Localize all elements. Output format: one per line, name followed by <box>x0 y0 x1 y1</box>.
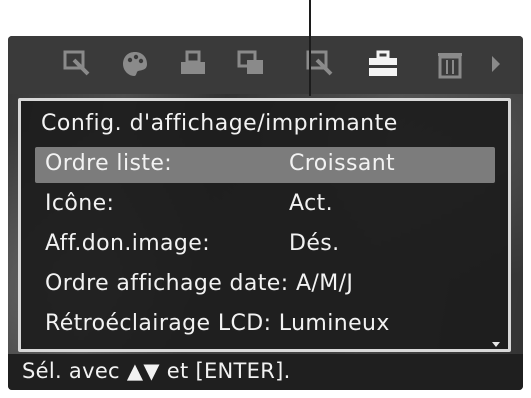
menu-item-value: Croissant <box>289 151 396 176</box>
menu-item-text: Rétroéclairage LCD: Lumineux <box>45 311 390 336</box>
menu-item-lcd-backlight[interactable]: Rétroéclairage LCD: Lumineux <box>35 307 495 343</box>
help-bar: Sél. avec ▲▼ et [ENTER]. <box>8 354 523 390</box>
menu-title: Config. d'affichage/imprimante <box>41 111 398 136</box>
menu-item-list-order[interactable]: Ordre liste: Croissant <box>35 147 495 183</box>
menu-item-text: Ordre affichage date: A/M/J <box>45 271 354 296</box>
trash-icon[interactable] <box>433 46 467 82</box>
arrow-right-icon[interactable] <box>486 46 506 82</box>
menu-item-icon[interactable]: Icône: Act. <box>35 187 495 223</box>
menu-item-label: Ordre liste: <box>45 151 173 176</box>
scroll-down-indicator-icon <box>492 342 500 347</box>
menu-item-date-display-order[interactable]: Ordre affichage date: A/M/J <box>35 267 495 303</box>
help-text: Sél. avec ▲▼ et [ENTER]. <box>22 359 291 383</box>
menu-item-label: Aff.don.image: <box>45 231 211 256</box>
callout-pointer-line <box>309 0 311 96</box>
display-printer-settings-menu: Config. d'affichage/imprimante Ordre lis… <box>18 98 511 352</box>
palette-icon[interactable] <box>118 46 152 82</box>
menu-item-image-data-display[interactable]: Aff.don.image: Dés. <box>35 227 495 263</box>
icon-toolbar <box>8 36 523 94</box>
zoom-select-icon[interactable] <box>60 46 94 82</box>
toolbox-icon[interactable] <box>366 46 400 82</box>
copy-icon[interactable] <box>234 46 268 82</box>
menu-item-value: Act. <box>289 191 333 216</box>
camera-lcd-screen: Config. d'affichage/imprimante Ordre lis… <box>8 36 523 390</box>
menu-item-label: Icône: <box>45 191 115 216</box>
menu-item-value: Dés. <box>289 231 340 256</box>
print-icon[interactable] <box>176 46 210 82</box>
